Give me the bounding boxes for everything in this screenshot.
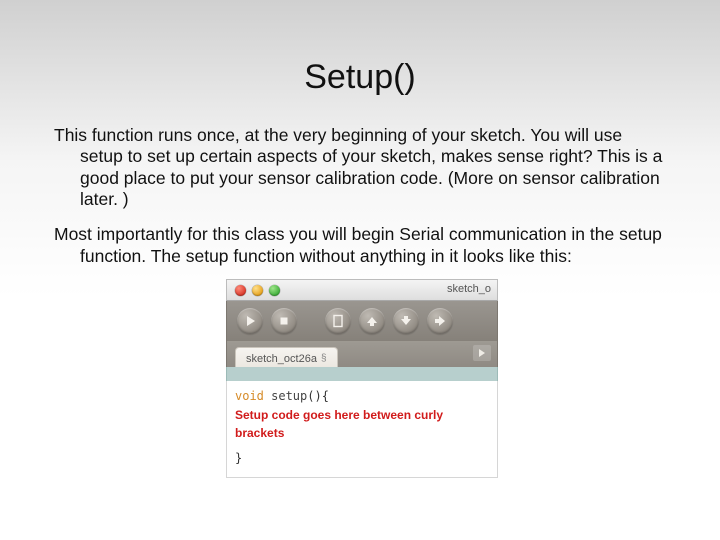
save-button[interactable] [393, 308, 419, 334]
play-icon [244, 315, 256, 327]
open-button[interactable] [359, 308, 385, 334]
paragraph-2: Most importantly for this class you will… [54, 224, 666, 267]
right-arrow-icon [433, 315, 447, 327]
func-name: setup [264, 389, 307, 403]
code-close-brace: } [235, 449, 489, 468]
sig-rest: (){ [307, 389, 329, 403]
slide-title: Setup() [0, 0, 720, 125]
code-editor[interactable]: void setup(){ Setup code goes here betwe… [226, 381, 498, 478]
slide: Setup() This function runs once, at the … [0, 0, 720, 540]
code-comment-line: Setup code goes here between curly brack… [235, 406, 489, 443]
slide-body: This function runs once, at the very beg… [0, 125, 720, 478]
tab-section-mark: § [321, 353, 327, 364]
ide-tabbar: sketch_oct26a § [226, 341, 498, 367]
close-icon[interactable] [235, 285, 246, 296]
ide-screenshot: sketch_o [226, 279, 666, 478]
export-button[interactable] [427, 308, 453, 334]
tab-label: sketch_oct26a [246, 353, 317, 365]
window-traffic-lights [227, 285, 280, 296]
keyword-void: void [235, 389, 264, 403]
zoom-icon[interactable] [269, 285, 280, 296]
down-arrow-icon [399, 315, 413, 327]
ide-toolbar [226, 301, 498, 341]
minimize-icon[interactable] [252, 285, 263, 296]
new-file-icon [332, 314, 344, 328]
window-titlebar: sketch_o [226, 279, 498, 301]
ide-window: sketch_o [226, 279, 498, 478]
stop-icon [278, 315, 290, 327]
run-button[interactable] [237, 308, 263, 334]
tab-sketch[interactable]: sketch_oct26a § [235, 347, 338, 367]
paragraph-1: This function runs once, at the very beg… [54, 125, 666, 210]
new-button[interactable] [325, 308, 351, 334]
right-caret-icon [477, 349, 487, 357]
stop-button[interactable] [271, 308, 297, 334]
up-arrow-icon [365, 315, 379, 327]
ide-status-strip [226, 367, 498, 381]
code-line-1: void setup(){ [235, 387, 489, 406]
window-title-text: sketch_o [447, 283, 491, 295]
tab-menu-button[interactable] [473, 345, 491, 361]
